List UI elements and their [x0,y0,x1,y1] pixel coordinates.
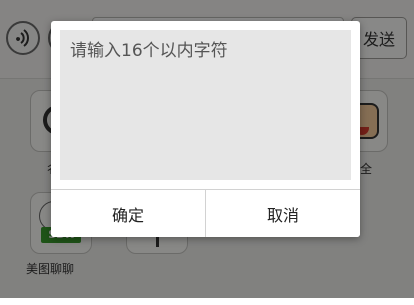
input-dialog: 请输入16个以内字符 确定 取消 [51,21,360,237]
cancel-button[interactable]: 取消 [206,190,360,237]
bottom-edge [0,298,414,305]
confirm-button[interactable]: 确定 [51,190,205,237]
dialog-text-input[interactable]: 请输入16个以内字符 [60,30,351,180]
